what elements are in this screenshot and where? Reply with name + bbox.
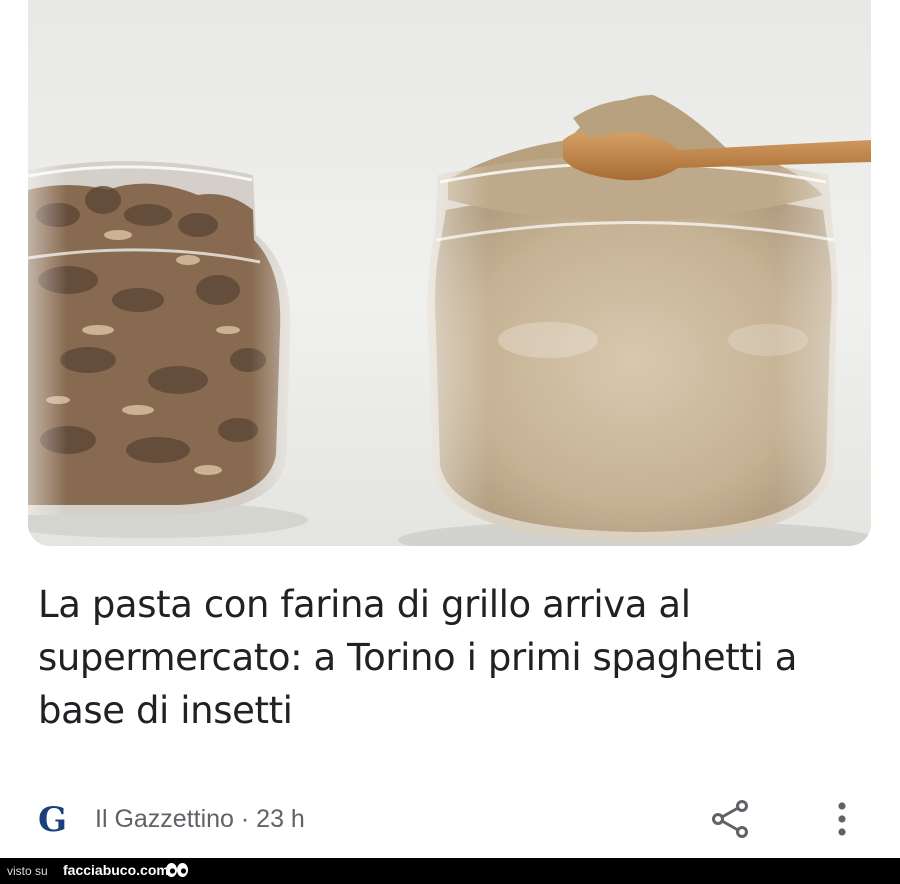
eyes-icon <box>166 863 188 877</box>
publisher-logo: G <box>38 800 68 840</box>
more-vert-icon <box>838 802 846 836</box>
cricket-flour-jars-photo <box>28 0 871 546</box>
share-icon <box>712 800 748 838</box>
watermark-bar: visto su facciabuco.com <box>0 858 900 884</box>
watermark-site: facciabuco.com <box>63 862 169 878</box>
publisher-meta: Il Gazzettino · 23 h <box>95 805 305 833</box>
watermark-prefix: visto su <box>7 864 48 878</box>
more-options-button[interactable] <box>825 798 859 840</box>
share-button[interactable] <box>710 798 752 840</box>
right-jar <box>427 95 871 542</box>
article-source-row: G Il Gazzettino · 23 h <box>38 796 868 844</box>
left-jar <box>28 161 291 515</box>
article-image[interactable] <box>28 0 871 546</box>
article-headline[interactable]: La pasta con farina di grillo arriva al … <box>38 578 858 737</box>
